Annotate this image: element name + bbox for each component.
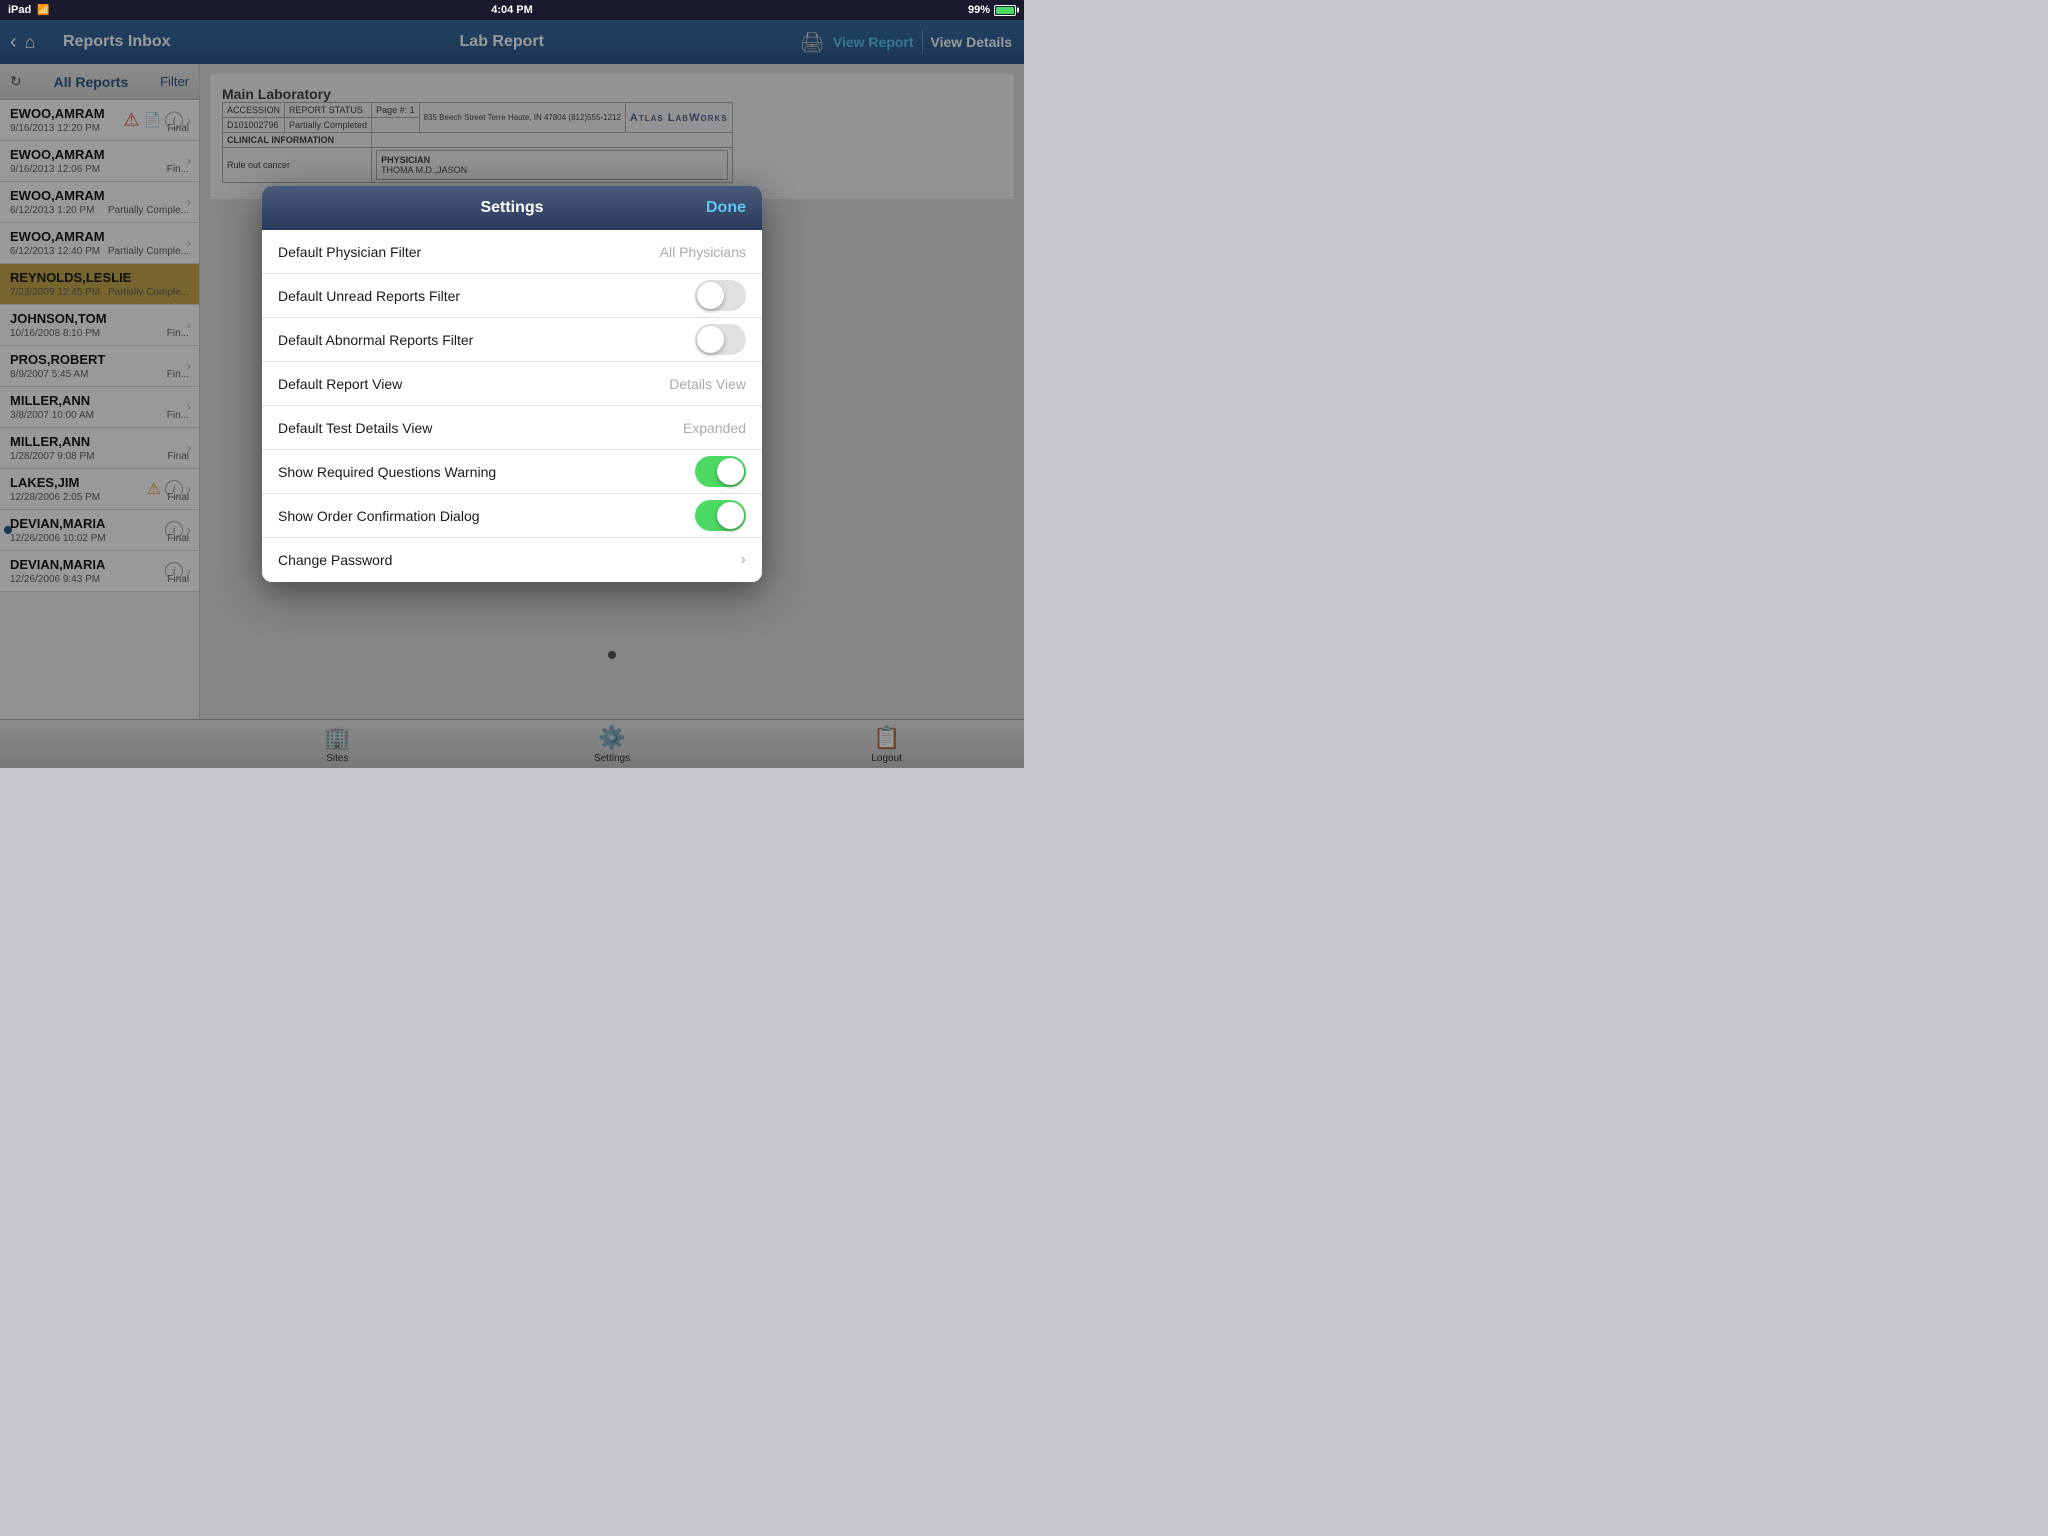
- settings-label-6: Show Order Confirmation Dialog: [278, 508, 480, 524]
- settings-label-4: Default Test Details View: [278, 420, 432, 436]
- toggle-switch-6[interactable]: [695, 500, 746, 531]
- toggle-knob-5: [717, 458, 744, 485]
- status-time: 4:04 PM: [491, 4, 533, 16]
- settings-chevron-7: ›: [741, 551, 746, 569]
- toggle-switch-2[interactable]: [695, 324, 746, 355]
- battery-percent: 99%: [968, 4, 990, 16]
- modal-title: Settings: [480, 199, 543, 217]
- wifi-icon: 📶: [37, 5, 49, 16]
- settings-value-0: All Physicians: [660, 244, 746, 260]
- settings-label-3: Default Report View: [278, 376, 402, 392]
- done-button[interactable]: Done: [706, 199, 746, 217]
- settings-row-7[interactable]: Change Password ›: [262, 538, 762, 582]
- settings-label-0: Default Physician Filter: [278, 244, 421, 260]
- settings-label-1: Default Unread Reports Filter: [278, 288, 460, 304]
- settings-row-3[interactable]: Default Report View Details View: [262, 362, 762, 406]
- settings-row-1[interactable]: Default Unread Reports Filter: [262, 274, 762, 318]
- settings-row-4[interactable]: Default Test Details View Expanded: [262, 406, 762, 450]
- battery-icon: [994, 5, 1016, 16]
- toggle-knob-1: [697, 282, 724, 309]
- settings-modal: Settings Done Default Physician Filter Al…: [262, 186, 762, 582]
- toggle-switch-5[interactable]: [695, 456, 746, 487]
- settings-value-3: Details View: [669, 376, 746, 392]
- settings-row-5[interactable]: Show Required Questions Warning: [262, 450, 762, 494]
- modal-body: Default Physician FilterAll PhysiciansDe…: [262, 230, 762, 582]
- settings-row-0[interactable]: Default Physician Filter All Physicians: [262, 230, 762, 274]
- settings-label-5: Show Required Questions Warning: [278, 464, 496, 480]
- status-bar: iPad 📶 4:04 PM 99%: [0, 0, 1024, 20]
- toggle-switch-1[interactable]: [695, 280, 746, 311]
- settings-label-7: Change Password: [278, 552, 392, 568]
- settings-row-2[interactable]: Default Abnormal Reports Filter: [262, 318, 762, 362]
- toggle-knob-6: [717, 502, 744, 529]
- status-right: 99%: [968, 4, 1016, 16]
- settings-value-4: Expanded: [683, 420, 746, 436]
- toggle-knob-2: [697, 326, 724, 353]
- settings-label-2: Default Abnormal Reports Filter: [278, 332, 473, 348]
- modal-header: Settings Done: [262, 186, 762, 230]
- ipad-label: iPad: [8, 4, 31, 16]
- settings-row-6[interactable]: Show Order Confirmation Dialog: [262, 494, 762, 538]
- status-left: iPad 📶: [8, 4, 50, 16]
